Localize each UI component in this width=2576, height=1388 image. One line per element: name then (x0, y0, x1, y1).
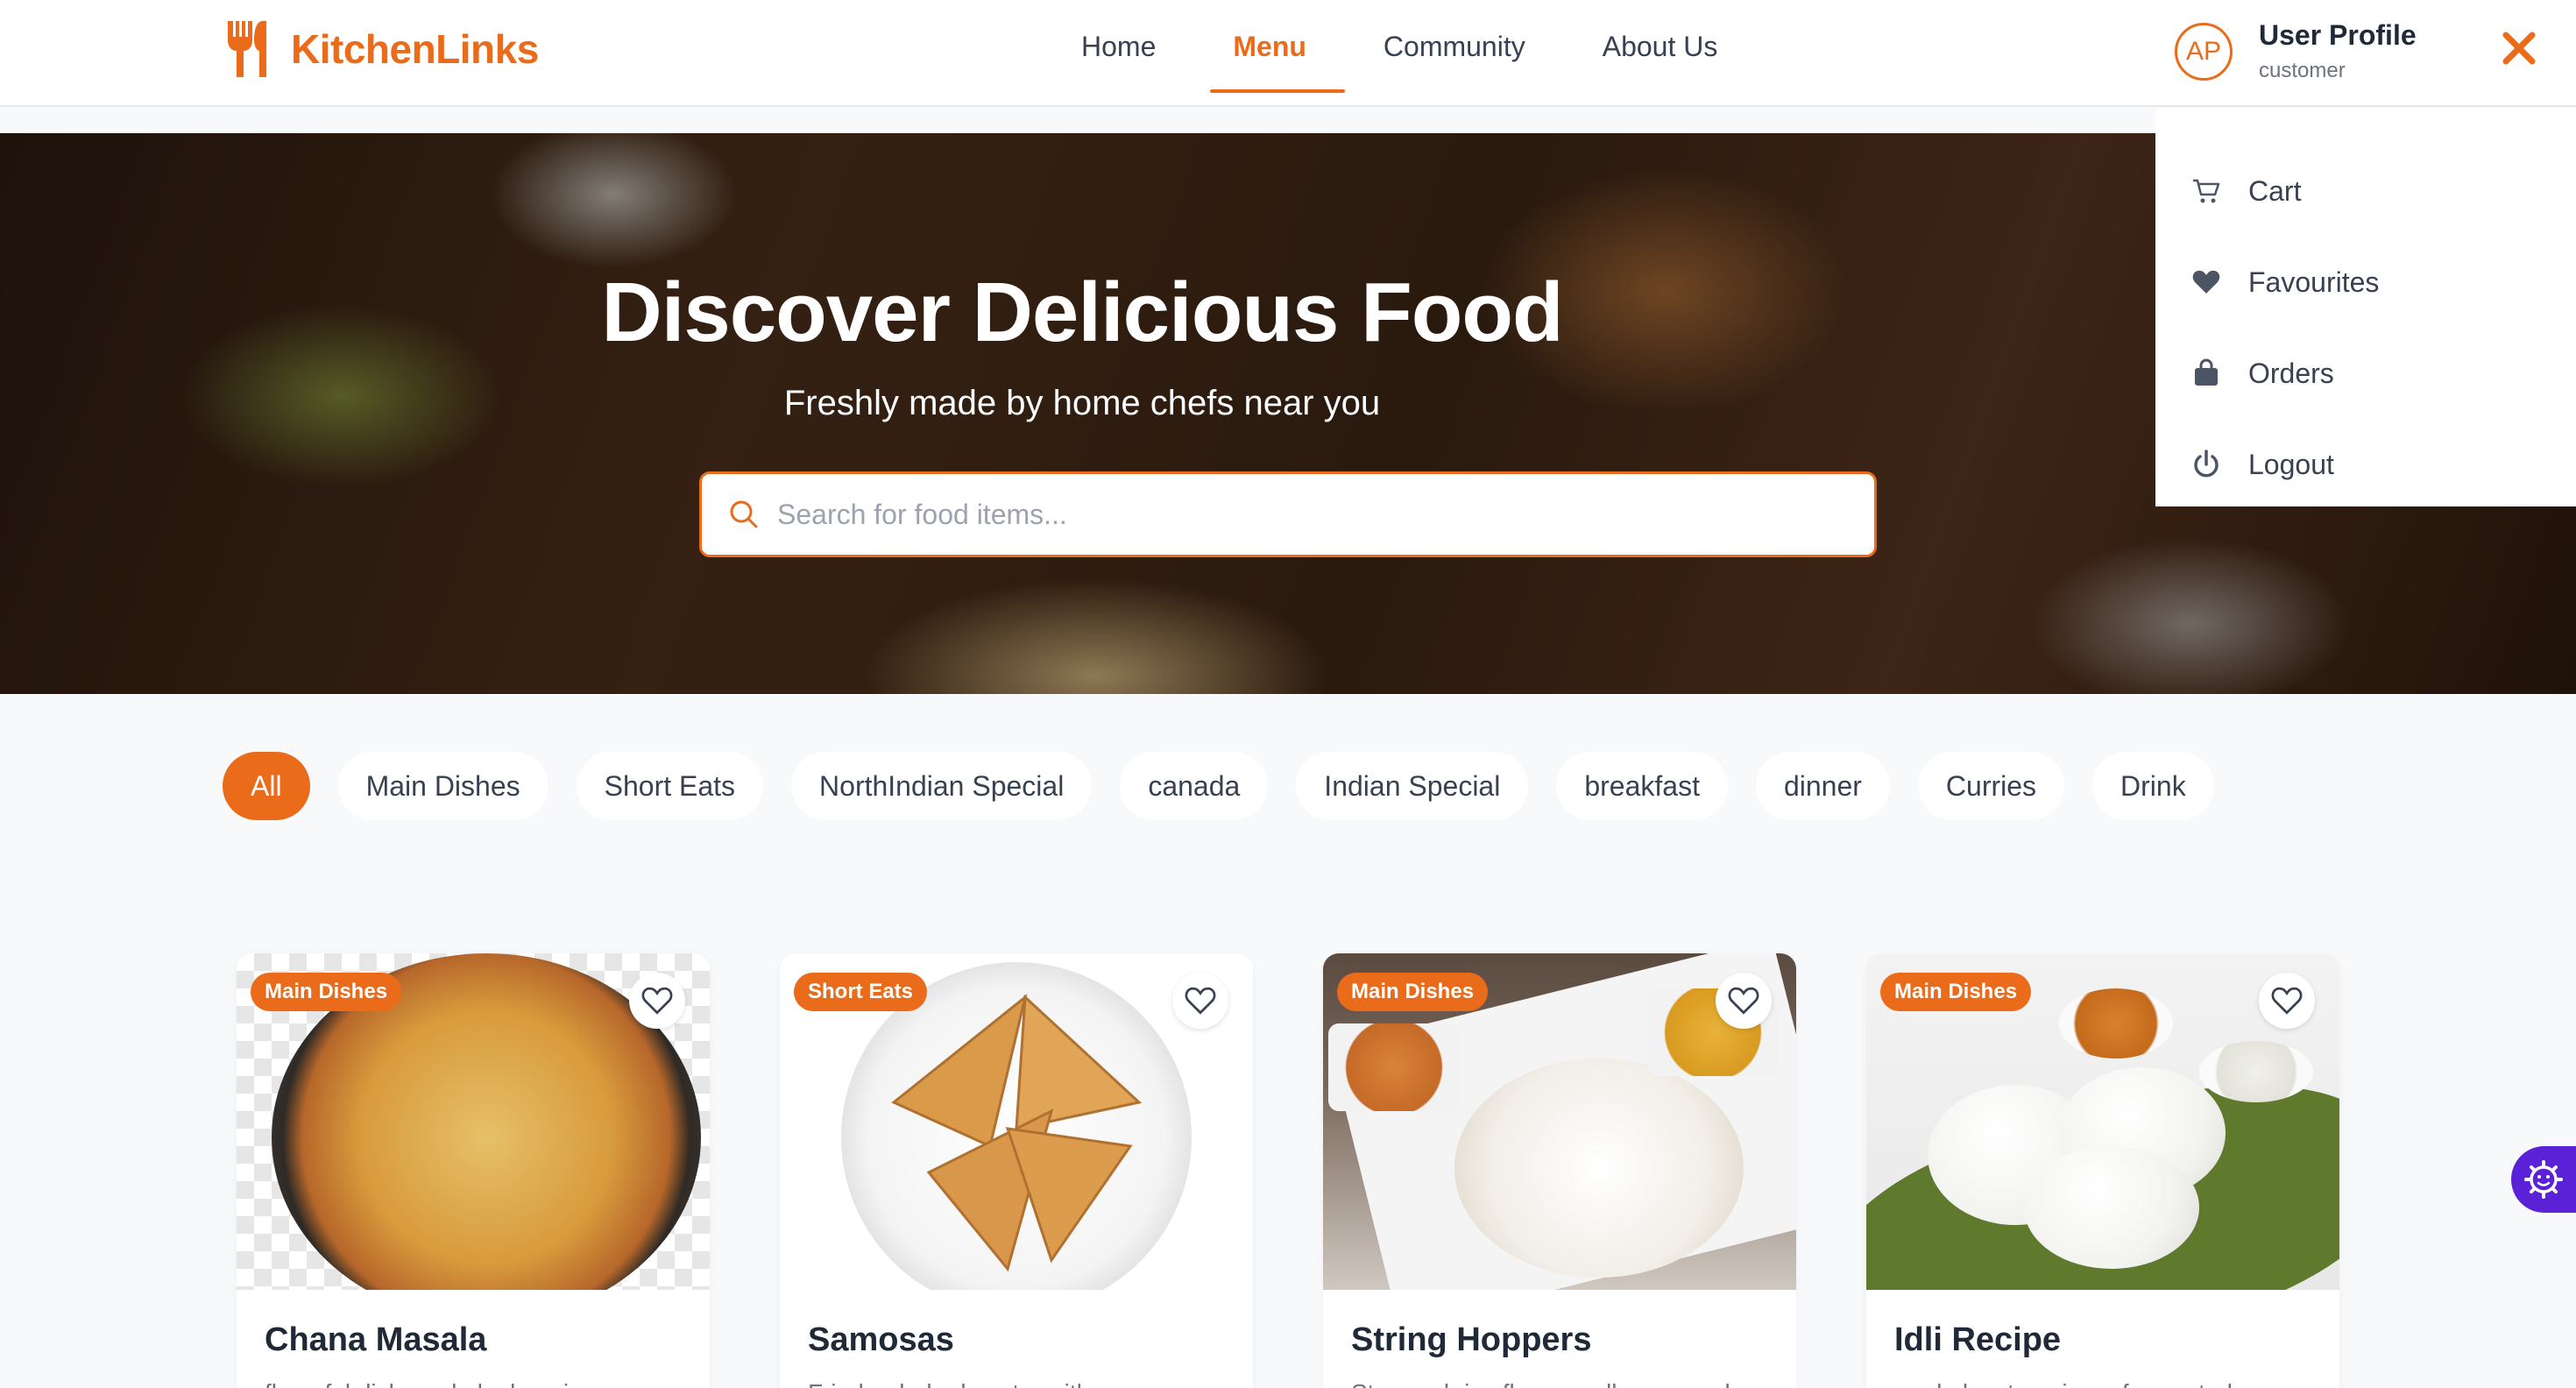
favourite-button[interactable] (2259, 973, 2315, 1029)
category-badge: Main Dishes (1337, 973, 1489, 1011)
category-chip-short-eats[interactable]: Short Eats (576, 752, 764, 820)
heart-outline-icon (1185, 987, 1216, 1015)
gear-smile-icon (2524, 1160, 2563, 1199)
food-title: Idli Recipe (1894, 1321, 2062, 1358)
category-chip-all[interactable]: All (223, 752, 310, 820)
fork-spoon-icon (228, 21, 266, 77)
nav-menu[interactable]: Menu (1194, 0, 1345, 93)
avatar: AP (2175, 22, 2233, 81)
menu-item-label: Cart (2248, 174, 2302, 207)
profile-dropdown-menu: Cart Favourites Orders Logout (2155, 109, 2576, 506)
nav-home[interactable]: Home (1043, 0, 1194, 93)
food-card[interactable]: Short Eats Samosas Fried or baked pastry… (780, 953, 1253, 1388)
food-card[interactable]: Main Dishes Idli Recipe made by steaming… (1866, 953, 2339, 1388)
category-badge: Main Dishes (251, 973, 402, 1011)
brand-name: KitchenLinks (291, 26, 539, 72)
category-chip-dinner[interactable]: dinner (1755, 752, 1890, 820)
menu-item-label: Orders (2248, 357, 2334, 389)
category-chip-indian-special[interactable]: Indian Special (1296, 752, 1529, 820)
food-title: Samosas (808, 1321, 954, 1358)
food-description: flavorful dish made by layering (265, 1379, 596, 1388)
food-image: Main Dishes (1866, 953, 2339, 1290)
favourite-button[interactable] (1172, 973, 1228, 1029)
close-x-icon[interactable] (2499, 28, 2539, 68)
food-description: made by steaming a fermented (1894, 1379, 2233, 1388)
category-chip-curries[interactable]: Curries (1917, 752, 2065, 820)
power-icon (2194, 450, 2219, 478)
menu-item-orders[interactable]: Orders (2155, 328, 2576, 419)
menu-item-favourites[interactable]: Favourites (2155, 237, 2576, 328)
user-profile-button[interactable]: AP User Profile customer (2175, 19, 2417, 83)
assistant-widget-button[interactable] (2511, 1146, 2576, 1213)
food-description: Fried or baked pastry with savory (808, 1379, 1169, 1388)
category-chip-main-dishes[interactable]: Main Dishes (337, 752, 548, 820)
food-image: Short Eats (780, 953, 1253, 1290)
food-title: String Hoppers (1351, 1321, 1592, 1358)
food-card[interactable]: Main Dishes String Hoppers Steamed rice … (1323, 953, 1796, 1388)
category-chip-northindian-special[interactable]: NorthIndian Special (791, 752, 1093, 820)
menu-item-label: Favourites (2248, 266, 2380, 298)
profile-name: User Profile (2259, 19, 2417, 51)
heart-outline-icon (641, 987, 673, 1015)
food-card-grid: Main Dishes Chana Masala flavorful dish … (237, 953, 2339, 1388)
brand-logo[interactable]: KitchenLinks (224, 19, 539, 79)
heart-outline-icon (2271, 987, 2303, 1015)
category-filter-bar: All Main Dishes Short Eats NorthIndian S… (223, 752, 2214, 820)
search-input[interactable] (777, 498, 1829, 531)
main-nav: Home Menu Community About Us (1043, 0, 1756, 107)
food-image: Main Dishes (1323, 953, 1796, 1290)
category-chip-canada[interactable]: canada (1120, 752, 1269, 820)
search-bar[interactable] (699, 471, 1877, 557)
favourite-button[interactable] (1716, 973, 1772, 1029)
heart-icon (2192, 270, 2220, 294)
heart-outline-icon (1728, 987, 1759, 1015)
nav-about-us[interactable]: About Us (1564, 0, 1757, 93)
category-chip-drink[interactable]: Drink (2092, 752, 2214, 820)
bag-icon (2195, 358, 2218, 386)
food-image: Main Dishes (237, 953, 710, 1290)
category-chip-breakfast[interactable]: breakfast (1556, 752, 1728, 820)
menu-item-cart[interactable]: Cart (2155, 145, 2576, 237)
nav-community[interactable]: Community (1345, 0, 1564, 93)
search-icon (730, 500, 758, 528)
category-badge: Short Eats (794, 973, 928, 1011)
favourite-button[interactable] (629, 973, 685, 1029)
menu-item-label: Logout (2248, 448, 2334, 480)
category-badge: Main Dishes (1880, 973, 2032, 1011)
top-header: KitchenLinks Home Menu Community About U… (0, 0, 2576, 107)
food-title: Chana Masala (265, 1321, 487, 1358)
cart-icon (2193, 179, 2220, 203)
food-description: Steamed rice flour noodles, served (1351, 1379, 1730, 1388)
profile-role: customer (2259, 59, 2346, 82)
food-card[interactable]: Main Dishes Chana Masala flavorful dish … (237, 953, 710, 1388)
menu-item-logout[interactable]: Logout (2155, 419, 2576, 510)
